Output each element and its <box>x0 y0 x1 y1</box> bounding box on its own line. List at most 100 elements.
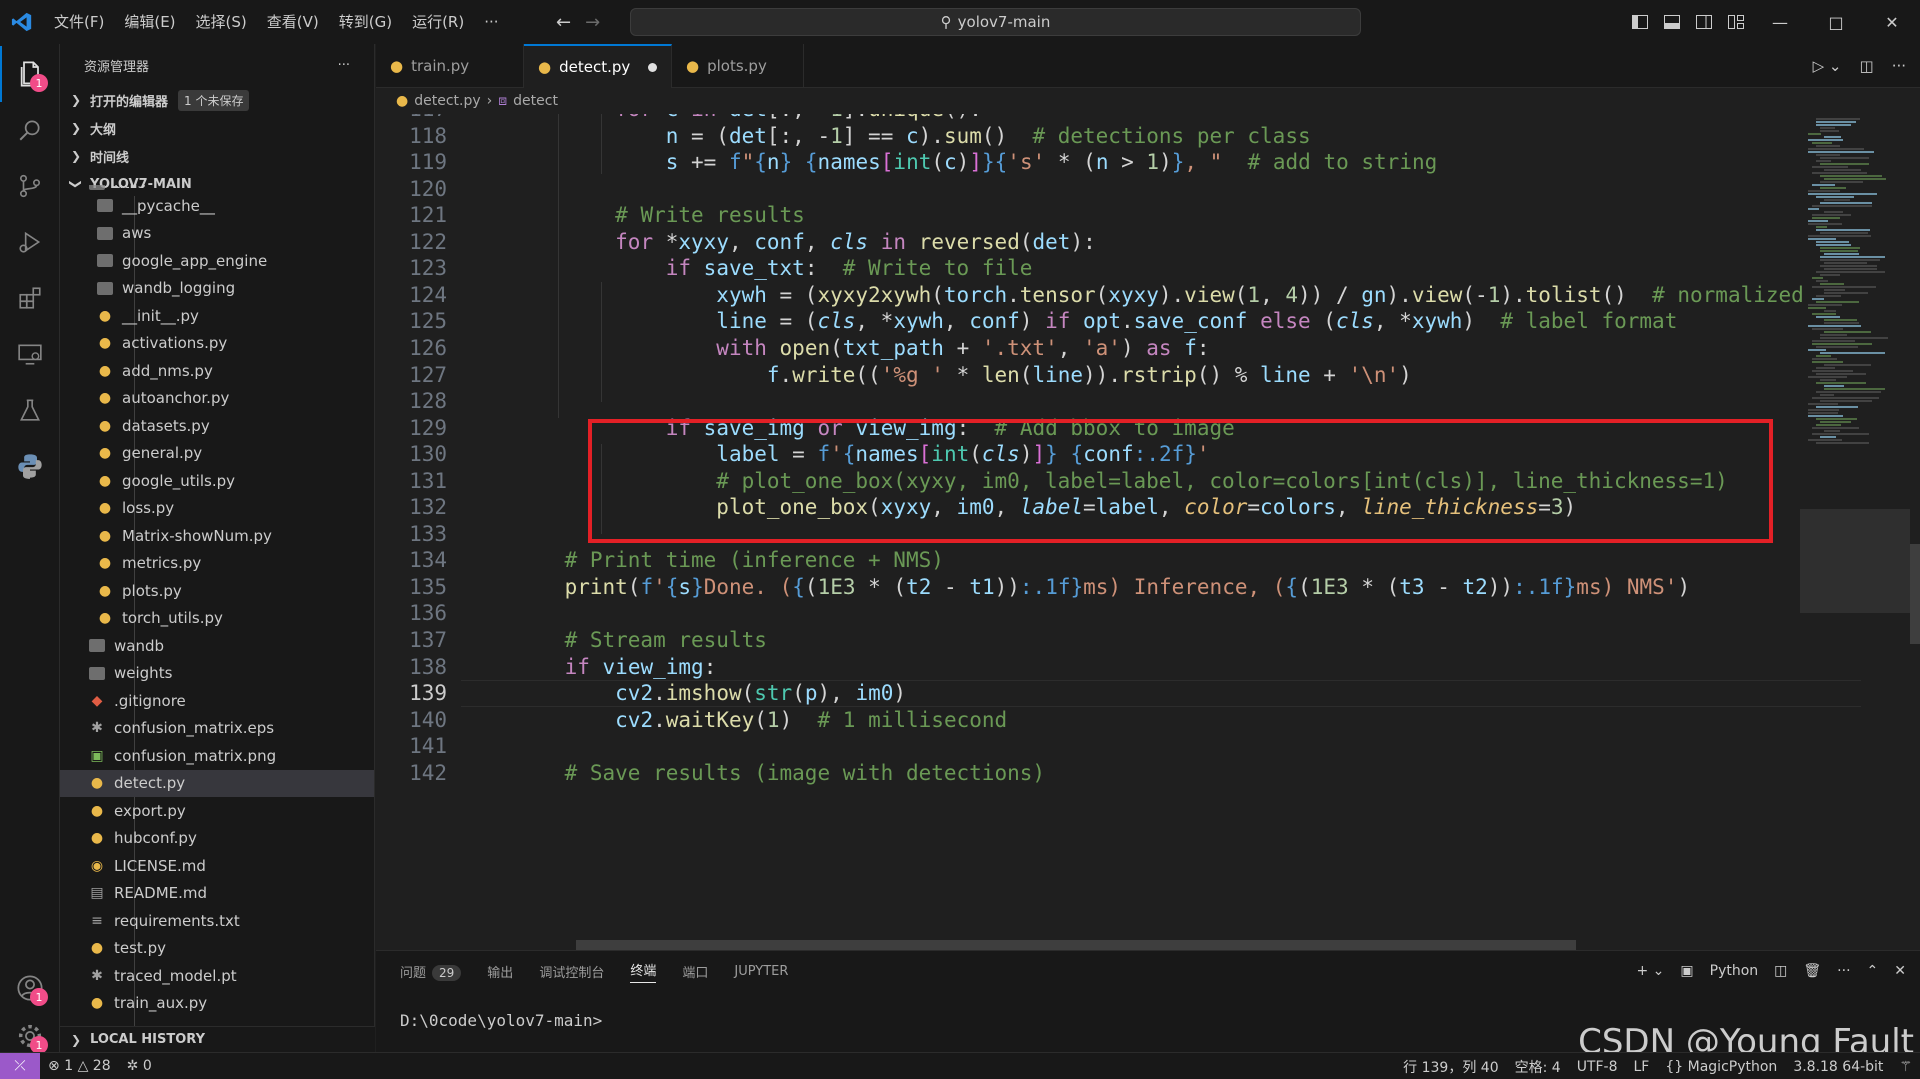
split-terminal-icon[interactable]: ◫ <box>1774 963 1787 979</box>
tab-plots-py[interactable]: ● plots.py <box>672 44 804 88</box>
code-line[interactable]: 134 # Print time (inference + NMS) <box>376 547 1796 574</box>
tree-item[interactable]: ≡ requirements.txt <box>60 907 374 935</box>
tab-train-py[interactable]: ● train.py <box>376 44 524 88</box>
tree-item[interactable]: ▣ confusion_matrix.png <box>60 742 374 770</box>
tree-item[interactable]: __pycache__ <box>60 192 374 220</box>
cursor-position[interactable]: 行 139，列 40 <box>1395 1057 1506 1077</box>
code-line[interactable]: 123 if save_txt: # Write to file <box>376 255 1796 282</box>
tree-item[interactable]: ● Matrix-showNum.py <box>60 522 374 550</box>
code-line[interactable]: 135 print(f'{s}Done. ({(1E3 * (t2 - t1))… <box>376 574 1796 601</box>
maximize-icon[interactable]: □ <box>1808 0 1864 44</box>
tree-item[interactable]: ● autoanchor.py <box>60 385 374 413</box>
indentation[interactable]: 空格: 4 <box>1507 1057 1569 1077</box>
outline-section[interactable]: ❯ 大纲 <box>60 114 374 142</box>
tree-item[interactable]: ● loss.py <box>60 495 374 523</box>
python-icon[interactable] <box>0 438 60 494</box>
notifications-bell-icon[interactable]: ⚚ <box>1891 1059 1920 1075</box>
search-icon[interactable] <box>0 102 60 158</box>
tree-item[interactable]: wandb <box>60 632 374 660</box>
problems-indicator[interactable]: ⊗ 1 △ 28 <box>40 1058 119 1074</box>
code-line[interactable]: 140 cv2.waitKey(1) # 1 millisecond <box>376 707 1796 734</box>
tree-item[interactable]: ● __init__.py <box>60 302 374 330</box>
minimize-icon[interactable]: — <box>1752 0 1808 44</box>
code-line[interactable]: 118 n = (det[:, -1] == c).sum() # detect… <box>376 123 1796 150</box>
close-panel-icon[interactable]: ✕ <box>1894 963 1906 979</box>
breadcrumb-file[interactable]: detect.py <box>414 93 480 109</box>
remote-explorer-icon[interactable] <box>0 326 60 382</box>
kill-terminal-trash-icon[interactable]: 🗑 <box>1803 963 1821 979</box>
code-line[interactable]: 127 f.write(('%g ' * len(line)).rstrip()… <box>376 362 1796 389</box>
code-line[interactable]: 142 # Save results (image with detection… <box>376 760 1796 787</box>
tab-ports[interactable]: 端口 <box>682 962 708 981</box>
terminal-prompt[interactable]: D:\0code\yolov7-main> <box>400 1011 602 1030</box>
tab-output[interactable]: 输出 <box>487 962 513 981</box>
end-of-line[interactable]: LF <box>1626 1059 1658 1075</box>
forward-arrow-icon[interactable]: → <box>585 12 600 33</box>
encoding[interactable]: UTF-8 <box>1569 1059 1626 1075</box>
code-line[interactable]: 138 if view_img: <box>376 654 1796 681</box>
code-line[interactable]: 141 <box>376 733 1796 760</box>
terminal-shell-label[interactable]: Python <box>1710 963 1759 979</box>
extensions-icon[interactable] <box>0 270 60 326</box>
toggle-secondary-sidebar-icon[interactable] <box>1688 0 1720 44</box>
command-center-search[interactable]: ⚲ yolov7-main <box>630 8 1361 36</box>
code-line[interactable]: 117 for c in det[:, -1].unique(): <box>376 114 1796 123</box>
split-editor-icon[interactable]: ◫ <box>1860 57 1874 75</box>
menu-item[interactable]: 运行(R) <box>402 0 474 44</box>
code-line[interactable]: 120 <box>376 176 1796 203</box>
tree-item[interactable]: ● export.py <box>60 797 374 825</box>
tree-item[interactable]: ● train_aux.py <box>60 990 374 1018</box>
more-actions-icon[interactable]: ··· <box>338 58 350 73</box>
code-line[interactable]: 126 with open(txt_path + '.txt', 'a') as… <box>376 335 1796 362</box>
code-line[interactable]: 121 # Write results <box>376 202 1796 229</box>
menu-item[interactable]: 查看(V) <box>257 0 329 44</box>
tree-item[interactable]: ● datasets.py <box>60 412 374 440</box>
menu-item[interactable]: 编辑(E) <box>114 0 185 44</box>
code-line[interactable]: 125 line = (cls, *xywh, conf) if opt.sav… <box>376 308 1796 335</box>
tab-terminal[interactable]: 终端 <box>630 960 657 983</box>
tree-item[interactable]: weights <box>60 660 374 688</box>
tree-item[interactable]: wandb_logging <box>60 275 374 303</box>
code-line[interactable]: 119 s += f"{n} {names[int(c)]}{'s' * (n … <box>376 149 1796 176</box>
menu-item[interactable]: 转到(G) <box>329 0 402 44</box>
horizontal-scrollbar[interactable] <box>576 940 1576 950</box>
close-icon[interactable]: ✕ <box>1864 0 1920 44</box>
vertical-scrollbar[interactable] <box>1910 544 1920 644</box>
tree-item[interactable]: ● detect.py <box>60 769 374 797</box>
remote-indicator-icon[interactable]: ⤫ <box>0 1052 40 1079</box>
tree-item[interactable]: ● metrics.py <box>60 550 374 578</box>
run-debug-icon[interactable] <box>0 214 60 270</box>
minimap-viewport[interactable] <box>1800 509 1910 613</box>
customize-layout-icon[interactable] <box>1720 0 1752 44</box>
unsaved-dot-icon[interactable] <box>648 62 657 72</box>
tree-item[interactable]: ● google_utils.py <box>60 467 374 495</box>
more-actions-icon[interactable]: ··· <box>1892 57 1906 75</box>
tab-jupyter[interactable]: JUPYTER <box>734 964 788 979</box>
code-line[interactable]: 124 xywh = (xyxy2xywh(torch.tensor(xyxy)… <box>376 282 1804 309</box>
testing-flask-icon[interactable] <box>0 382 60 438</box>
code-line[interactable]: 137 # Stream results <box>376 627 1796 654</box>
language-mode[interactable]: {} MagicPython <box>1657 1059 1785 1075</box>
breadcrumb-symbol[interactable]: detect <box>513 93 558 109</box>
tree-item[interactable]: ● activations.py <box>60 330 374 358</box>
code-line[interactable]: 139 cv2.imshow(str(p), im0) <box>376 680 1796 707</box>
menu-item[interactable]: 文件(F) <box>44 0 114 44</box>
tree-item[interactable]: ✱ traced_model.pt <box>60 962 374 990</box>
timeline-section[interactable]: ❯ 时间线 <box>60 142 374 170</box>
explorer-icon[interactable]: 1 <box>0 46 60 102</box>
toggle-panel-icon[interactable] <box>1656 0 1688 44</box>
code-line[interactable]: 128 <box>376 388 1796 415</box>
tree-item[interactable]: ● plots.py <box>60 577 374 605</box>
menu-item[interactable]: 选择(S) <box>186 0 257 44</box>
local-history-section[interactable]: ❯ LOCAL HISTORY <box>60 1026 375 1052</box>
ports-indicator[interactable]: ✲ 0 <box>119 1058 160 1074</box>
tree-item[interactable]: ● add_nms.py <box>60 357 374 385</box>
code-line[interactable]: 136 <box>376 600 1796 627</box>
open-editors-section[interactable]: ❯ 打开的编辑器 1 个未保存 <box>60 86 374 114</box>
more-actions-icon[interactable]: ··· <box>1837 963 1850 979</box>
tree-item[interactable]: aws <box>60 220 374 248</box>
source-control-icon[interactable] <box>0 158 60 214</box>
tree-item[interactable]: ● torch_utils.py <box>60 605 374 633</box>
python-interpreter[interactable]: 3.8.18 64-bit <box>1785 1059 1891 1075</box>
tab-detect-py[interactable]: ● detect.py <box>524 44 672 88</box>
